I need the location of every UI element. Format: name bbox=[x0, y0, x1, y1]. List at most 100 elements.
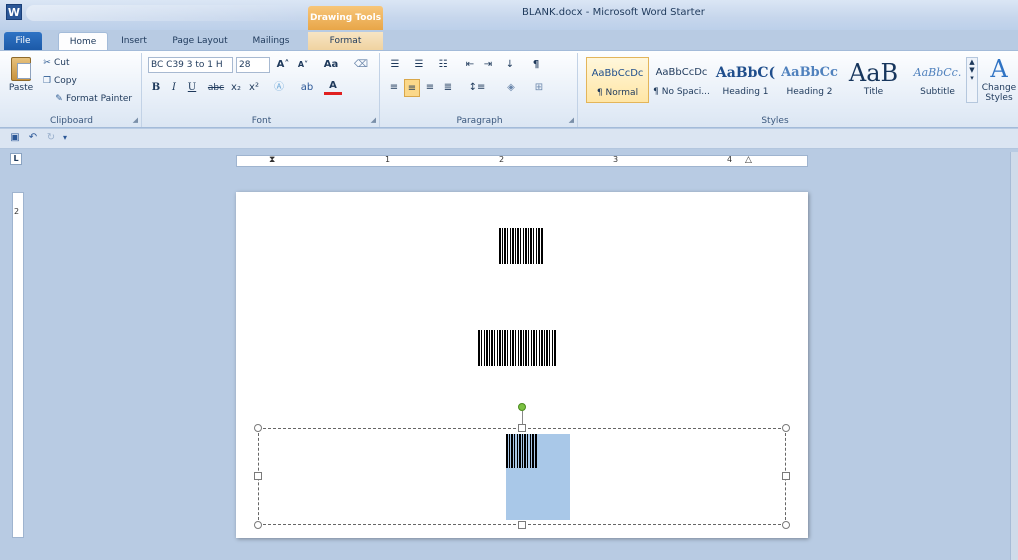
style-sample: AaBbCcDc bbox=[591, 68, 644, 79]
resize-handle-bottom[interactable] bbox=[518, 521, 526, 529]
ribbon-tabs: File Home Insert Page Layout Mailings Fo… bbox=[0, 30, 1018, 50]
bold-button[interactable]: B bbox=[148, 79, 164, 97]
strikethrough-button[interactable]: abc bbox=[206, 79, 226, 97]
customize-qat-icon[interactable]: ▾ bbox=[58, 131, 72, 145]
resize-handle-bottom-left[interactable] bbox=[254, 521, 262, 529]
paragraph-group: ☰ ☰ ☷ ⇤ ⇥ ↓ ¶ ≡ ≡ ≡ ≣ ↕≡ ◈ ⊞ Paragraph ◢ bbox=[382, 53, 578, 127]
tab-selector[interactable]: L bbox=[10, 153, 22, 165]
window-title: BLANK.docx - Microsoft Word Starter bbox=[522, 7, 705, 18]
grow-font-button[interactable]: A˄ bbox=[274, 56, 292, 74]
tab-insert[interactable]: Insert bbox=[114, 32, 154, 50]
vertical-ruler: 2 bbox=[12, 192, 24, 538]
font-size-combobox[interactable]: 28 bbox=[236, 57, 270, 73]
horizontal-ruler: 1 2 3 4 ⧗ △ bbox=[236, 155, 808, 167]
bullets-icon[interactable]: ☰ bbox=[386, 56, 404, 74]
word-app-icon[interactable]: W bbox=[6, 4, 22, 20]
highlight-color-icon[interactable]: ab bbox=[296, 79, 318, 97]
barcode-2 bbox=[478, 330, 556, 366]
justify-icon[interactable]: ≣ bbox=[440, 79, 456, 97]
clipboard-launcher-icon[interactable]: ◢ bbox=[133, 116, 138, 124]
ruler-number: 4 bbox=[727, 155, 733, 164]
paste-button[interactable]: Paste bbox=[6, 55, 36, 107]
resize-handle-right[interactable] bbox=[782, 472, 790, 480]
barcode-bar bbox=[554, 330, 556, 366]
paintbrush-icon: ✎ bbox=[55, 94, 63, 104]
styles-gallery-scroll[interactable]: ▲ ▼ ▾ bbox=[966, 57, 978, 103]
scissors-icon: ✂ bbox=[43, 58, 51, 68]
line-spacing-icon[interactable]: ↕≡ bbox=[466, 79, 488, 97]
redo-icon[interactable]: ↻ bbox=[44, 131, 58, 145]
align-right-icon[interactable]: ≡ bbox=[422, 79, 438, 97]
tab-home[interactable]: Home bbox=[58, 32, 108, 50]
barcode-bar bbox=[535, 434, 537, 468]
tab-file[interactable]: File bbox=[4, 32, 42, 50]
copy-button[interactable]: ❐ Copy bbox=[40, 73, 77, 89]
paragraph-launcher-icon[interactable]: ◢ bbox=[569, 116, 574, 124]
font-name-combobox[interactable]: BC C39 3 to 1 H bbox=[148, 57, 233, 73]
style-name: Title bbox=[863, 87, 884, 97]
superscript-button[interactable]: x² bbox=[246, 79, 262, 97]
paragraph-group-label: Paragraph bbox=[456, 116, 503, 126]
right-indent-marker[interactable]: △ bbox=[745, 155, 752, 165]
cut-button[interactable]: ✂ Cut bbox=[40, 55, 70, 71]
numbering-icon[interactable]: ☰ bbox=[410, 56, 428, 74]
change-styles-icon: A bbox=[990, 55, 1008, 83]
clear-formatting-icon[interactable]: ⌫ bbox=[352, 56, 370, 74]
style-no-spacing[interactable]: AaBbCcDc ¶ No Spaci... bbox=[650, 57, 713, 103]
rotate-handle-stem bbox=[522, 411, 523, 425]
style-subtitle[interactable]: AaBbCc. Subtitle bbox=[906, 57, 969, 103]
ruler-number: 1 bbox=[385, 155, 391, 164]
decrease-indent-icon[interactable]: ⇤ bbox=[462, 56, 478, 74]
style-title[interactable]: AaB Title bbox=[842, 57, 905, 103]
font-color-button[interactable]: A bbox=[324, 79, 342, 95]
style-name: ¶ Normal bbox=[596, 88, 639, 98]
style-sample: AaBbC( bbox=[715, 65, 776, 81]
borders-icon[interactable]: ⊞ bbox=[528, 79, 550, 97]
style-heading-1[interactable]: AaBbC( Heading 1 bbox=[714, 57, 777, 103]
shading-icon[interactable]: ◈ bbox=[500, 79, 522, 97]
barcode-3-selected[interactable] bbox=[506, 434, 537, 468]
title-bar-gloss bbox=[26, 5, 316, 21]
align-center-icon[interactable]: ≡ bbox=[404, 79, 420, 97]
style-normal[interactable]: AaBbCcDc ¶ Normal bbox=[586, 57, 649, 103]
tab-mailings[interactable]: Mailings bbox=[246, 32, 296, 50]
resize-handle-left[interactable] bbox=[254, 472, 262, 480]
style-sample: AaBbCc. bbox=[913, 66, 962, 79]
font-launcher-icon[interactable]: ◢ bbox=[371, 116, 376, 124]
show-formatting-button[interactable]: ¶ bbox=[528, 56, 544, 74]
italic-button[interactable]: I bbox=[166, 79, 182, 97]
tab-page-layout[interactable]: Page Layout bbox=[165, 32, 235, 50]
ribbon: Paste ✂ Cut ❐ Copy ✎ Format Painter Clipboa… bbox=[0, 50, 1018, 128]
format-painter-button[interactable]: ✎ Format Painter bbox=[52, 91, 132, 107]
align-left-icon[interactable]: ≡ bbox=[386, 79, 402, 97]
sort-icon[interactable]: ↓ bbox=[502, 56, 518, 74]
underline-button[interactable]: U bbox=[184, 79, 200, 97]
document-page[interactable] bbox=[236, 192, 808, 538]
multilevel-list-icon[interactable]: ☷ bbox=[434, 56, 452, 74]
undo-icon[interactable]: ↶ bbox=[26, 131, 40, 145]
resize-handle-bottom-right[interactable] bbox=[782, 521, 790, 529]
text-effects-icon[interactable]: Ⓐ bbox=[270, 79, 288, 97]
style-sample: AaBbCc bbox=[781, 65, 838, 80]
resize-handle-top[interactable] bbox=[518, 424, 526, 432]
save-icon[interactable]: ▣ bbox=[8, 131, 22, 145]
quick-access-toolbar: ▣ ↶ ↻ ▾ bbox=[0, 129, 1018, 149]
rotate-handle[interactable] bbox=[518, 403, 526, 411]
change-case-button[interactable]: Aa bbox=[320, 56, 342, 74]
subscript-button[interactable]: x₂ bbox=[228, 79, 244, 97]
cut-label: Cut bbox=[54, 58, 70, 68]
styles-group: AaBbCcDc ¶ Normal AaBbCcDc ¶ No Spaci...… bbox=[580, 53, 1018, 127]
style-heading-2[interactable]: AaBbCc Heading 2 bbox=[778, 57, 841, 103]
increase-indent-icon[interactable]: ⇥ bbox=[480, 56, 496, 74]
shrink-font-button[interactable]: A˅ bbox=[294, 56, 312, 74]
clipboard-group-label: Clipboard bbox=[50, 116, 93, 126]
tab-format[interactable]: Format bbox=[308, 32, 383, 50]
style-name: Heading 2 bbox=[786, 87, 833, 97]
vertical-scrollbar[interactable] bbox=[1010, 152, 1018, 560]
resize-handle-top-left[interactable] bbox=[254, 424, 262, 432]
style-name: Subtitle bbox=[920, 87, 955, 97]
font-group: BC C39 3 to 1 H 28 A˄ A˅ Aa ⌫ B I U abc … bbox=[144, 53, 380, 127]
left-indent-marker[interactable]: ⧗ bbox=[269, 155, 275, 165]
resize-handle-top-right[interactable] bbox=[782, 424, 790, 432]
change-styles-button[interactable]: A Change Styles bbox=[980, 55, 1018, 111]
